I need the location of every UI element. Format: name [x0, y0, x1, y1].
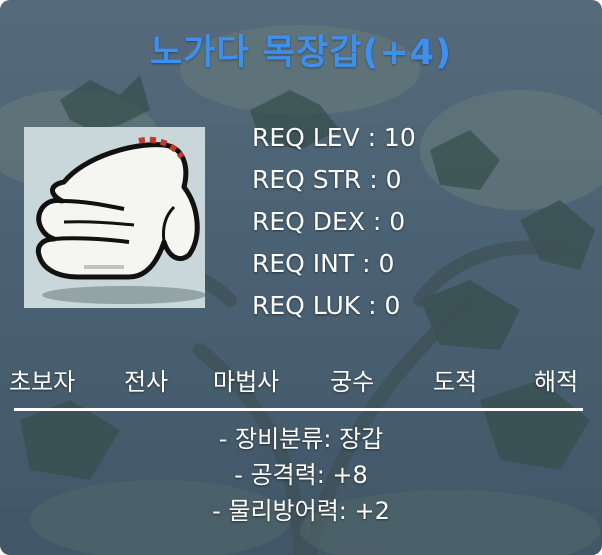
- item-icon-frame: [24, 127, 205, 308]
- job-thief: 도적: [433, 368, 478, 396]
- job-pirate: 해적: [534, 368, 579, 396]
- stat-equipment-type: - 장비분류: 장갑: [218, 425, 384, 453]
- requirements-list: REQ LEV : 10 REQ STR : 0 REQ DEX : 0 REQ…: [252, 117, 416, 327]
- req-level: REQ LEV : 10: [252, 123, 416, 152]
- job-bowman: 궁수: [330, 368, 375, 396]
- stat-attack: - 공격력: +8: [234, 461, 368, 489]
- item-stats: - 장비분류: 장갑 - 공격력: +8 - 물리방어력: +2: [0, 421, 602, 529]
- job-class-row: 초보자 전사 마법사 궁수 도적 해적: [0, 362, 602, 402]
- item-tooltip: 노가다 목장갑(+4) REQ LEV : 10 REQ STR : 0 REQ…: [0, 0, 602, 555]
- job-magician: 마법사: [213, 368, 280, 396]
- req-int: REQ INT : 0: [252, 249, 395, 278]
- section-divider: [14, 408, 583, 411]
- stat-physical-defense: - 물리방어력: +2: [212, 497, 390, 525]
- req-dex: REQ DEX : 0: [252, 207, 406, 236]
- job-warrior: 전사: [124, 368, 169, 396]
- req-str: REQ STR : 0: [252, 165, 402, 194]
- req-luk: REQ LUK : 0: [252, 291, 401, 320]
- job-beginner: 초보자: [9, 368, 76, 396]
- item-title: 노가다 목장갑(+4): [149, 33, 453, 73]
- white-work-glove-icon: [35, 136, 205, 304]
